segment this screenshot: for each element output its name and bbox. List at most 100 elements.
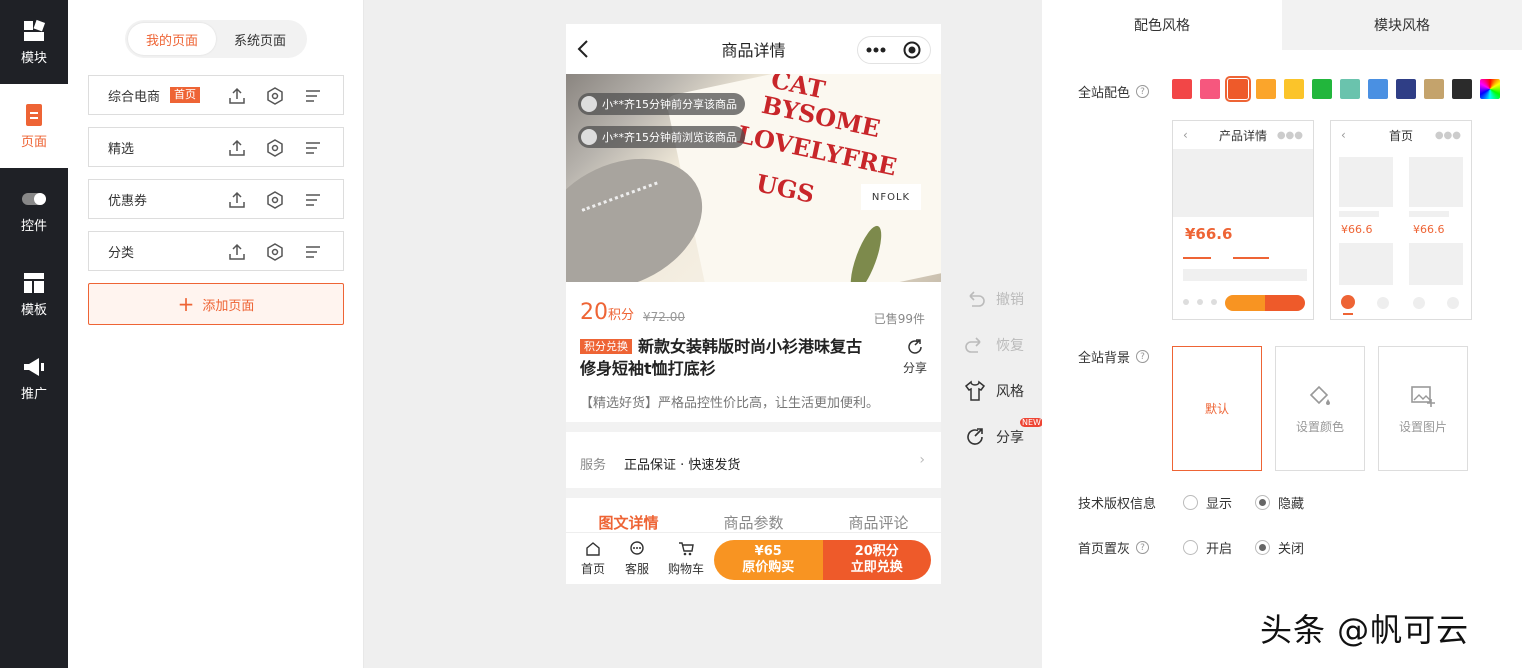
share-tip: 小**齐15分钟前分享该商品 — [578, 93, 745, 115]
tab-module-style[interactable]: 模块风格 — [1282, 0, 1522, 50]
buy-original-button[interactable]: ¥65 原价购买 — [714, 540, 823, 580]
color-swatch[interactable] — [1172, 79, 1192, 99]
redo-button[interactable]: 恢复 — [964, 334, 1024, 356]
tab-reviews[interactable]: 商品评论 — [816, 512, 941, 533]
page-type-toggle: 我的页面 系统页面 — [125, 20, 307, 58]
preview-price: ¥66.6 — [1413, 223, 1445, 236]
color-swatch[interactable] — [1424, 79, 1444, 99]
color-swatch[interactable] — [1396, 79, 1416, 99]
page-row[interactable]: 精选 — [88, 127, 344, 167]
bg-color-option[interactable]: 设置颜色 — [1275, 346, 1365, 471]
upload-icon[interactable] — [227, 138, 247, 158]
image-add-icon — [1410, 383, 1436, 412]
nav-item-promote[interactable]: 推广 — [0, 336, 68, 420]
page-row[interactable]: 综合电商 首页 — [88, 75, 344, 115]
gray-on-radio[interactable]: 开启 — [1183, 538, 1232, 557]
watermark: 头条 @帆可云 — [1260, 611, 1470, 649]
copyright-show-radio[interactable]: 显示 — [1183, 493, 1232, 512]
color-swatch[interactable] — [1340, 79, 1360, 99]
color-swatch[interactable] — [1452, 79, 1472, 99]
drag-handle-icon[interactable] — [303, 86, 323, 106]
color-swatch[interactable] — [1256, 79, 1276, 99]
chevron-right-icon[interactable]: › — [919, 452, 925, 468]
style-button[interactable]: 风格 — [964, 380, 1024, 402]
gray-off-radio[interactable]: 关闭 — [1255, 538, 1304, 557]
share-button[interactable]: 分享 — [903, 338, 927, 376]
drag-handle-icon[interactable] — [303, 242, 323, 262]
nav-label: 模板 — [20, 302, 47, 318]
bottom-service[interactable]: 客服 — [622, 540, 652, 577]
settings-icon[interactable] — [265, 138, 285, 158]
drag-handle-icon[interactable] — [303, 138, 323, 158]
undo-button[interactable]: 撤销 — [964, 288, 1024, 310]
bg-default-option[interactable]: 默认 — [1172, 346, 1262, 471]
color-swatch-rainbow[interactable] — [1480, 79, 1500, 99]
color-swatch[interactable] — [1284, 79, 1304, 99]
color-swatch[interactable] — [1200, 79, 1220, 99]
nav-item-module[interactable]: 模块 — [0, 0, 68, 84]
bg-image-option[interactable]: 设置图片 — [1378, 346, 1468, 471]
upload-icon[interactable] — [227, 242, 247, 262]
nav-label: 页面 — [20, 134, 47, 150]
tab-detail[interactable]: 图文详情 — [566, 512, 691, 533]
nav-item-page[interactable]: 页面 — [0, 84, 68, 168]
cart-icon — [678, 541, 694, 560]
upload-icon[interactable] — [227, 190, 247, 210]
page-row[interactable]: 优惠券 — [88, 179, 344, 219]
mini-capsule — [857, 36, 931, 64]
color-label: 全站配色? — [1078, 82, 1150, 101]
help-icon[interactable]: ? — [1136, 541, 1150, 554]
settings-icon[interactable] — [265, 190, 285, 210]
tab-system-pages[interactable]: 系统页面 — [216, 23, 304, 55]
tab-color-style[interactable]: 配色风格 — [1042, 0, 1282, 50]
nav-item-control[interactable]: 控件 — [0, 168, 68, 252]
color-swatch[interactable] — [1312, 79, 1332, 99]
bottom-bar: 首页 客服 购物车 ¥65 原价购买 20积分 立即兑换 — [566, 532, 941, 584]
paint-bucket-icon — [1307, 383, 1333, 412]
share-tool-button[interactable]: 分享 NEW — [964, 418, 1043, 448]
settings-icon[interactable] — [265, 242, 285, 262]
settings-icon[interactable] — [265, 86, 285, 106]
left-nav: 模块 页面 控件 模板 推广 — [0, 0, 68, 668]
preview-product-detail: ‹ 产品详情 ●●● ¥66.6 — [1172, 120, 1314, 320]
add-page-label: 添加页面 — [202, 298, 255, 314]
nav-label: 控件 — [20, 218, 47, 234]
tab-my-pages[interactable]: 我的页面 — [128, 23, 216, 55]
style-panel: 配色风格 模块风格 全站配色? ‹ 产品详情 ●●● ¥66.6 ‹ 首页 ●●● — [1042, 0, 1522, 668]
redeem-button[interactable]: 20积分 立即兑换 — [822, 540, 931, 580]
page-row[interactable]: 分类 — [88, 231, 344, 271]
original-price: ¥72.00 — [643, 310, 685, 324]
color-swatch[interactable] — [1368, 79, 1388, 99]
preview-title: 首页 — [1388, 128, 1413, 143]
help-icon[interactable]: ? — [1136, 85, 1150, 98]
preview-title: 产品详情 — [1218, 128, 1267, 143]
copyright-label: 技术版权信息 — [1078, 497, 1157, 512]
service-value[interactable]: 正品保证 · 快速发货 — [624, 454, 740, 473]
help-icon[interactable]: ? — [1136, 350, 1150, 363]
tab-params[interactable]: 商品参数 — [691, 512, 816, 533]
bottom-home[interactable]: 首页 — [578, 541, 608, 577]
product-desc: 【精选好货】严格品控性价比高，让生活更加便利。 — [580, 396, 880, 411]
color-swatch[interactable] — [1225, 76, 1251, 102]
template-icon — [22, 271, 46, 295]
phone-preview: 商品详情 CAT BYSOME LOVELYFRE UGS NFOLK 小**齐… — [566, 24, 941, 584]
page-title: 商品详情 — [721, 41, 786, 60]
share-tip: 小**齐15分钟前浏览该商品 — [578, 126, 745, 148]
toggle-icon — [22, 187, 46, 211]
preview-home: ‹ 首页 ●●● ¥66.6 ¥66.6 — [1330, 120, 1472, 320]
more-icon[interactable] — [858, 47, 894, 53]
detail-tabs: 图文详情 商品参数 商品评论 — [566, 512, 941, 533]
nav-item-template[interactable]: 模板 — [0, 252, 68, 336]
copyright-hide-radio[interactable]: 隐藏 — [1255, 493, 1304, 512]
product-banner[interactable]: CAT BYSOME LOVELYFRE UGS NFOLK 小**齐15分钟前… — [566, 74, 941, 282]
add-page-button[interactable]: + 添加页面 — [88, 283, 344, 325]
back-icon[interactable] — [576, 38, 590, 64]
drag-handle-icon[interactable] — [303, 190, 323, 210]
upload-icon[interactable] — [227, 86, 247, 106]
close-target-icon[interactable] — [894, 41, 930, 59]
page-name: 综合电商 — [108, 89, 161, 105]
bottom-cart[interactable]: 购物车 — [666, 541, 706, 577]
home-icon — [585, 541, 601, 560]
module-icon — [22, 19, 46, 43]
style-tabs: 配色风格 模块风格 — [1042, 0, 1522, 50]
